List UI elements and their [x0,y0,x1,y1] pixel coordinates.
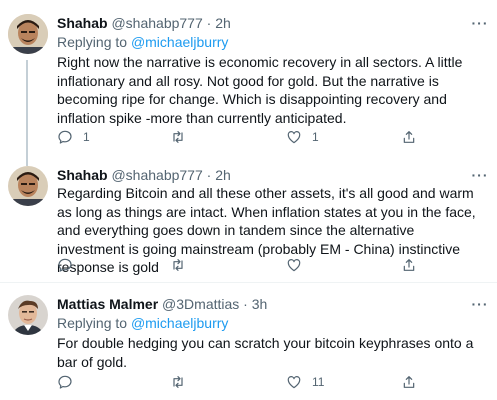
like-button[interactable] [286,256,312,274]
tweet-3[interactable]: Mattias Malmer @3Dmattias · 3h ··· Reply… [0,283,497,400]
more-icon[interactable]: ··· [471,14,489,32]
replying-to: Replying to @michaeljburry [57,314,228,332]
reply-icon [58,258,72,272]
share-icon [403,131,415,143]
heart-icon [287,131,301,144]
tweet-actions: 11 [57,373,457,391]
reply-count: 1 [83,130,90,144]
tweet-text: For double hedging you can scratch your … [57,335,474,370]
tweet-text: Right now the narrative is economic reco… [57,54,463,126]
share-icon [403,376,415,388]
username[interactable]: @shahabp777 [111,15,202,31]
more-icon[interactable]: ··· [471,295,489,313]
retweet-icon [173,376,183,388]
reply-button[interactable] [57,256,83,274]
retweet-icon [173,259,183,271]
display-name[interactable]: Shahab [57,167,108,183]
share-icon [403,259,415,271]
display-name[interactable]: Shahab [57,15,108,31]
replying-to: Replying to @michaeljburry [57,33,228,51]
retweet-button[interactable] [170,256,196,274]
replying-to-mention[interactable]: @michaeljburry [131,315,228,331]
timestamp[interactable]: 2h [215,167,231,183]
heart-icon [287,259,301,272]
reply-icon [58,130,72,144]
retweet-button[interactable] [170,373,196,391]
tweet-1[interactable]: Shahab @shahabp777 · 2h ··· Replying to … [0,0,497,160]
thread-line [26,60,28,160]
share-button[interactable] [401,373,417,391]
avatar[interactable] [8,14,48,54]
separator-dot: · [206,167,212,183]
retweet-button[interactable] [170,128,196,146]
tweet-header: Shahab @shahabp777 · 2h [57,166,231,184]
like-count: 1 [312,130,319,144]
display-name[interactable]: Mattias Malmer [57,296,158,312]
tweet-2[interactable]: Shahab @shahabp777 · 2h ··· Regarding Bi… [0,160,497,282]
replying-to-mention[interactable]: @michaeljburry [131,34,228,50]
avatar[interactable] [8,295,48,335]
reply-icon [58,375,72,389]
share-button[interactable] [401,256,417,274]
replying-to-label: Replying to [57,34,128,50]
replying-to-label: Replying to [57,315,128,331]
reply-button[interactable]: 1 [57,128,90,146]
tweet-header: Shahab @shahabp777 · 2h [57,14,231,32]
tweet-header: Mattias Malmer @3Dmattias · 3h [57,295,267,313]
timestamp[interactable]: 3h [252,296,268,312]
separator-dot: · [243,296,248,312]
username[interactable]: @shahabp777 [111,167,202,183]
separator-dot: · [206,15,212,31]
like-button[interactable]: 11 [286,373,324,391]
like-button[interactable]: 1 [286,128,319,146]
tweet-actions: 1 1 [57,128,457,146]
avatar[interactable] [8,166,48,206]
share-button[interactable] [401,128,417,146]
retweet-icon [173,131,183,143]
timestamp[interactable]: 2h [215,15,231,31]
reply-button[interactable] [57,373,83,391]
more-icon[interactable]: ··· [471,166,489,184]
like-count: 11 [312,375,325,389]
heart-icon [287,376,301,389]
username[interactable]: @3Dmattias [162,296,239,312]
tweet-actions [57,256,457,274]
